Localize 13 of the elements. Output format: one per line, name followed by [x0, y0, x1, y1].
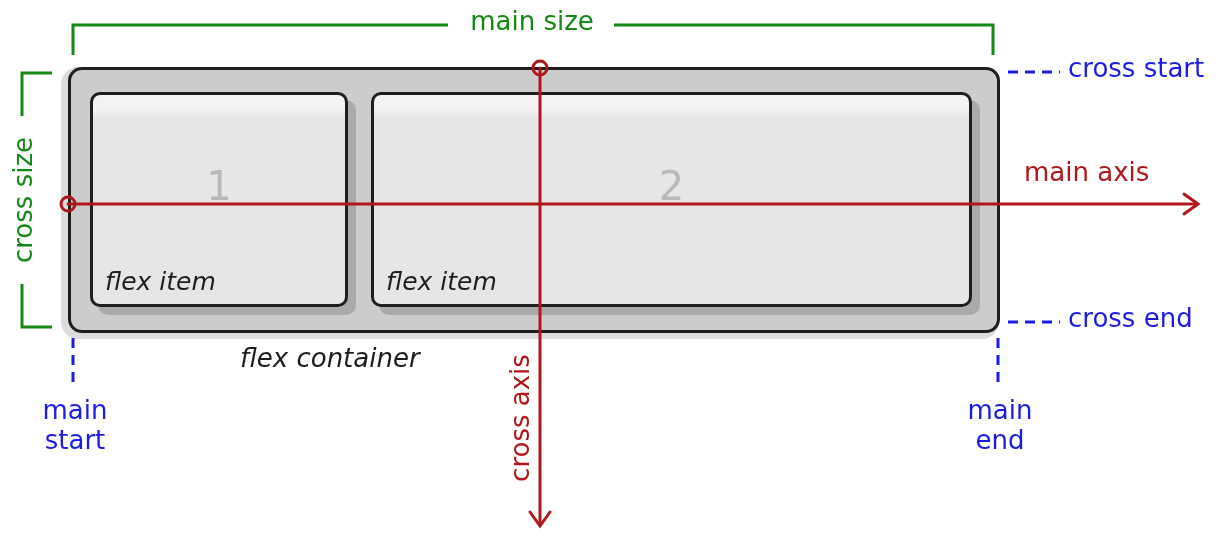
dimension-label: cross size: [9, 136, 39, 264]
leader-line: [1008, 70, 1060, 74]
edge-label: cross start: [1068, 54, 1205, 84]
edge-label: main start: [41, 396, 109, 456]
axis-label: main axis: [1024, 158, 1150, 188]
item-label: flex item: [105, 267, 216, 296]
edge-label: main end: [966, 396, 1034, 456]
container-label: flex container: [240, 344, 420, 374]
leader-line: [1008, 320, 1060, 324]
item-label: flex item: [386, 267, 497, 296]
edge-label: cross end: [1068, 304, 1193, 334]
axis-label: cross axis: [506, 354, 536, 482]
dimension-label: main size: [470, 7, 594, 37]
